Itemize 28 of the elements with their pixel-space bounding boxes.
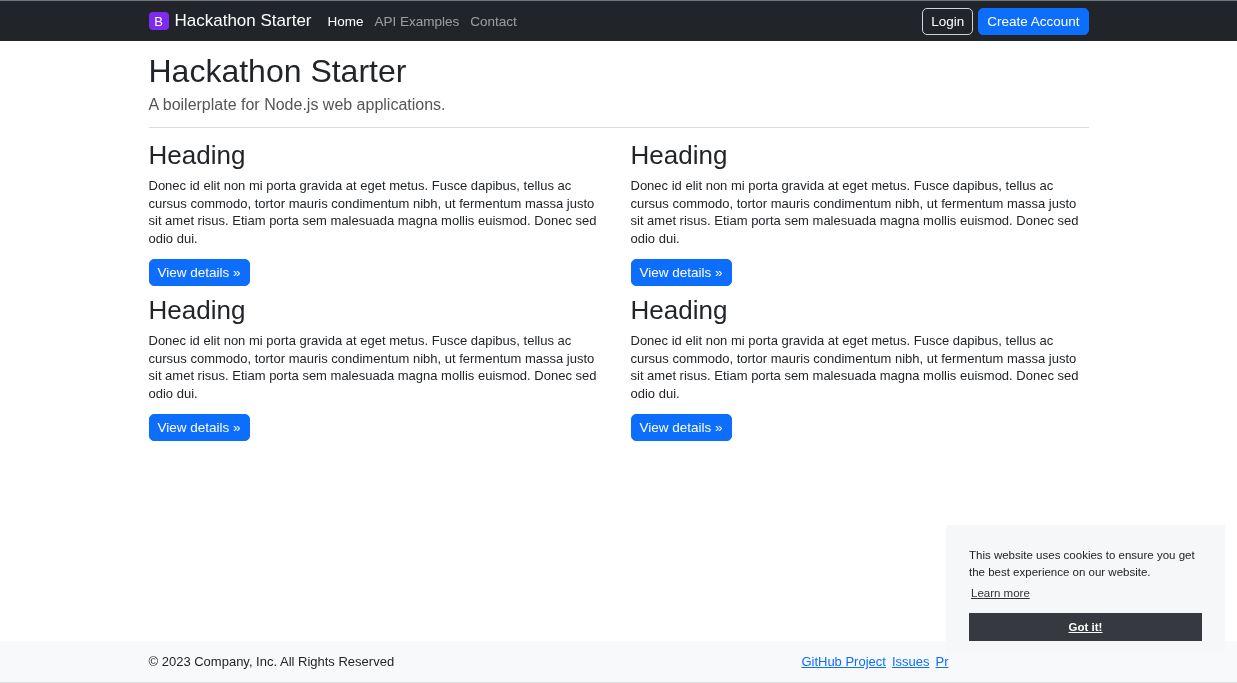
got-it-button[interactable]: Got it!	[969, 613, 1202, 641]
nav-link[interactable]: Contact	[470, 13, 517, 29]
view-details-button[interactable]: View details »	[148, 414, 250, 441]
create-account-button[interactable]: Create Account	[978, 7, 1089, 35]
footer-link[interactable]: GitHub Project	[801, 654, 886, 669]
card-heading: Heading	[148, 140, 247, 171]
footer-link[interactable]: Issues	[891, 654, 930, 669]
page-subtitle: A boilerplate for Node.js web applications.	[148, 96, 447, 114]
card-text: Donec id elit non mi porta gravida at eget metus. Fusce dapibus, tellus ac cursus commodo, tortor mauris condimentum nibh, ut fermentum massa justo sit amet risus. Etiam porta sem malesuada magna mollis euismod. Donec sed odio dui.	[148, 332, 598, 402]
login-button[interactable]: Login	[922, 7, 974, 35]
page-title: Hackathon Starter	[148, 53, 408, 90]
card-text: Donec id elit non mi porta gravida at eget metus. Fusce dapibus, tellus ac cursus commodo, tortor mauris condimentum nibh, ut fermentum massa justo sit amet risus. Etiam porta sem malesuada magna mollis euismod. Donec sed odio dui.	[630, 332, 1080, 402]
footer-link[interactable]: Pr	[935, 654, 949, 669]
view-details-button[interactable]: View details »	[630, 414, 732, 441]
learn-more-link[interactable]: Learn more	[971, 587, 1030, 599]
card-text: Donec id elit non mi porta gravida at eget metus. Fusce dapibus, tellus ac cursus commodo, tortor mauris condimentum nibh, ut fermentum massa justo sit amet risus. Etiam porta sem malesuada magna mollis euismod. Donec sed odio dui.	[630, 177, 1080, 247]
view-details-button[interactable]: View details »	[148, 259, 250, 286]
brand-link[interactable]: Hackathon Starter	[174, 11, 312, 31]
card-heading: Heading	[630, 140, 729, 171]
card-text: Donec id elit non mi porta gravida at eget metus. Fusce dapibus, tellus ac cursus commodo, tortor mauris condimentum nibh, ut fermentum massa justo sit amet risus. Etiam porta sem malesuada magna mollis euismod. Donec sed odio dui.	[148, 177, 598, 247]
logo-icon[interactable]: B	[148, 12, 169, 30]
view-details-button[interactable]: View details »	[630, 259, 732, 286]
copyright-text: © 2023 Company, Inc. All Rights Reserved	[148, 654, 395, 669]
nav-link[interactable]: Home	[327, 13, 364, 29]
nav-link[interactable]: API Examples	[374, 13, 460, 29]
cookie-message: This website uses cookies to ensure you get the best experience on our website.	[969, 548, 1196, 580]
card-heading: Heading	[630, 295, 729, 326]
card-heading: Heading	[148, 295, 247, 326]
